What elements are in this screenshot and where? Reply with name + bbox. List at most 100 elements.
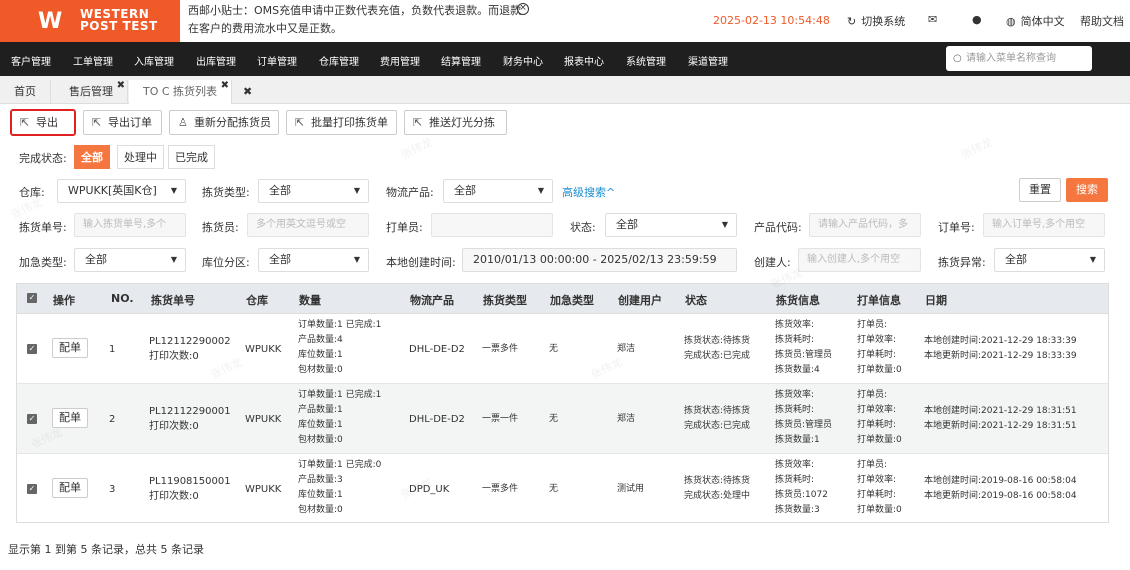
export-icon: ⇱ (413, 116, 423, 129)
nav-item-report[interactable]: 报表中心 (564, 53, 604, 68)
completion-processing-option[interactable]: 处理中 (117, 145, 164, 169)
warehouse-select[interactable]: WPUKK[英国K仓] ▼ (57, 179, 186, 203)
printer-input[interactable] (431, 213, 553, 237)
reset-button[interactable]: 重置 (1019, 178, 1061, 202)
row-checkbox[interactable]: ✓ (27, 414, 37, 424)
status-info: 拣货状态:待拣货 完成状态:已完成 (684, 404, 750, 434)
push-light-sort-button[interactable]: ⇱ 推送灯光分拣 (404, 110, 507, 135)
pick-type-select[interactable]: 全部 ▼ (258, 179, 369, 203)
nav-item-customer[interactable]: 客户管理 (11, 53, 51, 68)
pagination-summary: 显示第 1 到第 5 条记录，总共 5 条记录 (8, 543, 204, 556)
close-icon[interactable]: × (517, 3, 529, 15)
row-checkbox[interactable]: ✓ (27, 484, 37, 494)
order-no-input[interactable]: 输入订单号,多个用空 (983, 213, 1105, 237)
logistics-product: DHL-DE-D2 (409, 414, 465, 425)
nav-item-finance[interactable]: 财务中心 (503, 53, 543, 68)
pick-info-line: 拣货耗时: (775, 405, 815, 415)
nav-item-channel[interactable]: 渠道管理 (688, 53, 728, 68)
print-info-line: 打单效率: (857, 475, 897, 485)
pick-no-label: 拣货单号: (19, 221, 67, 234)
nav-item-inbound[interactable]: 入库管理 (134, 53, 174, 68)
printer-label: 打单员: (386, 221, 423, 234)
batch-print-button[interactable]: ⇱ 批量打印拣货单 (286, 110, 397, 135)
picker-input[interactable]: 多个用英文逗号或空 (247, 213, 369, 237)
date-info: 本地创建时间:2021-12-29 18:33:39 本地更新时间:2021-1… (924, 334, 1077, 364)
qty-line: 订单数量:1 已完成:1 (298, 390, 382, 400)
search-button[interactable]: 搜索 (1066, 178, 1108, 202)
logistics-product: DHL-DE-D2 (409, 344, 465, 355)
select-all-checkbox[interactable]: ✓ (27, 293, 37, 303)
export-order-button[interactable]: ⇱ 导出订单 (83, 110, 162, 135)
tab-home[interactable]: 首页 (0, 80, 51, 104)
match-order-button[interactable]: 配单 (52, 408, 88, 428)
completion-all-option[interactable]: 全部 (74, 145, 110, 169)
order-no-label: 订单号: (938, 221, 975, 234)
export-button[interactable]: ⇱ 导出 (10, 109, 76, 136)
row-checkbox[interactable]: ✓ (27, 344, 37, 354)
tab-after-sales[interactable]: 售后管理 ✖ (55, 80, 128, 104)
status-line: 完成状态:已完成 (684, 351, 751, 361)
nav-item-order[interactable]: 订单管理 (257, 53, 297, 68)
print-info-line: 打单数量:0 (857, 435, 902, 445)
reassign-picker-button[interactable]: ♙ 重新分配拣货员 (169, 110, 279, 135)
close-tab-icon[interactable]: ✖ (221, 74, 229, 98)
current-datetime: 2025-02-13 10:54:48 (713, 14, 830, 27)
creator-input[interactable]: 输入创建人,多个用空 (798, 248, 921, 272)
close-all-tabs-icon[interactable]: ✖ (229, 80, 266, 104)
print-info-line: 打单员: (857, 390, 888, 400)
status-select[interactable]: 全部 ▼ (605, 213, 737, 237)
user-icon[interactable]: ● (972, 13, 982, 26)
language-button[interactable]: ◍ 简体中文 (1006, 13, 1065, 29)
switch-system-button[interactable]: ↻ 切换系统 (847, 13, 905, 29)
nav-item-warehouse[interactable]: 仓库管理 (319, 53, 359, 68)
status-value: 全部 (616, 218, 638, 231)
date-info: 本地创建时间:2021-12-29 18:31:51 本地更新时间:2021-1… (924, 404, 1077, 434)
warehouse-code: WPUKK (245, 484, 282, 495)
qty-line: 包材数量:0 (298, 365, 343, 375)
export-icon: ⇱ (20, 116, 30, 129)
completion-status-label: 完成状态: (19, 152, 67, 165)
close-tab-icon[interactable]: ✖ (117, 74, 125, 98)
nav-item-ticket[interactable]: 工单管理 (73, 53, 113, 68)
push-light-label: 推送灯光分拣 (429, 116, 495, 129)
pick-no-input[interactable]: 输入拣货单号,多个 (74, 213, 186, 237)
completion-done-option[interactable]: 已完成 (168, 145, 215, 169)
export-icon: ⇱ (92, 116, 102, 129)
nav-item-outbound[interactable]: 出库管理 (196, 53, 236, 68)
pick-info-line: 拣货员:管理员 (775, 420, 833, 430)
match-order-button[interactable]: 配单 (52, 478, 88, 498)
nav-item-fee[interactable]: 费用管理 (380, 53, 420, 68)
urgent-type-value: 全部 (85, 253, 107, 266)
exception-select[interactable]: 全部 ▼ (994, 248, 1105, 272)
brand-logo[interactable]: W WESTERN POST TEST (0, 0, 180, 42)
quantity-info: 订单数量:1 已完成:1 产品数量:4 库位数量:1 包材数量:0 (298, 318, 381, 378)
print-info-line: 打单效率: (857, 405, 897, 415)
nav-item-system[interactable]: 系统管理 (626, 53, 666, 68)
local-time-range-input[interactable]: 2010/01/13 00:00:00 - 2025/02/13 23:59:5… (462, 248, 737, 272)
col-creator: 创建用户 (618, 294, 662, 307)
export-icon: ⇱ (295, 116, 305, 129)
menu-search-input[interactable]: ○ 请输入菜单名称查询 (946, 46, 1092, 71)
watermark: 张伟龙 (399, 135, 435, 162)
pick-info-line: 拣货效率: (775, 320, 815, 330)
urgent-type-label: 加急类型: (19, 256, 67, 269)
match-order-button[interactable]: 配单 (52, 338, 88, 358)
zone-select[interactable]: 全部 ▼ (258, 248, 369, 272)
nav-item-settlement[interactable]: 结算管理 (441, 53, 481, 68)
caret-down-icon: ▼ (170, 186, 177, 195)
mail-icon[interactable]: ✉ (928, 13, 937, 26)
product-code-input[interactable]: 请输入产品代码，多 (809, 213, 921, 237)
col-pick-info: 拣货信息 (776, 294, 820, 307)
tabs-bar: 首页 售后管理 ✖ TO C 拣货列表 ✖ ✖ (0, 76, 1130, 104)
row-no: 3 (109, 484, 116, 495)
logistics-select[interactable]: 全部 ▼ (443, 179, 553, 203)
advanced-search-link[interactable]: 高级搜索^ (562, 184, 615, 200)
urgent-type-select[interactable]: 全部 ▼ (74, 248, 186, 272)
qty-line: 产品数量:3 (298, 475, 343, 485)
help-docs-link[interactable]: 帮助文档 (1080, 13, 1124, 29)
tab-toc-pick-list[interactable]: TO C 拣货列表 ✖ (129, 80, 233, 104)
caret-down-icon: ▼ (170, 255, 177, 264)
print-info-line: 打单耗时: (857, 490, 897, 500)
table-row: ✓ 配单 3 PL11908150001 打印次数:0 WPUKK 订单数量:1… (17, 454, 1108, 522)
globe-icon: ◍ (1006, 14, 1016, 28)
